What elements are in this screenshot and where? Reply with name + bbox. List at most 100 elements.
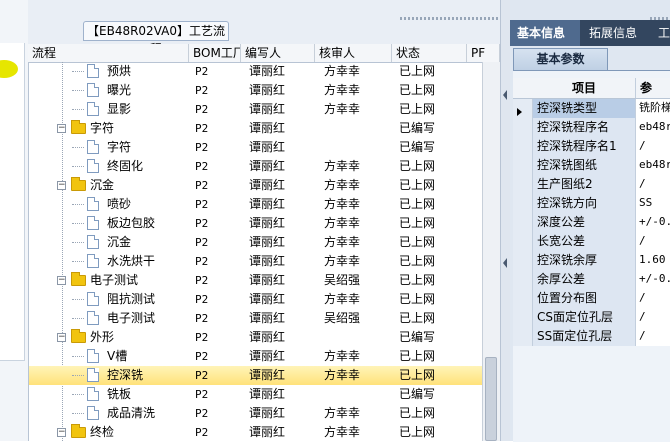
tree-guide-line: [72, 375, 84, 376]
param-value[interactable]: /: [636, 289, 670, 308]
bom-cell: P2: [195, 198, 209, 211]
col-header-reviewer[interactable]: 核审人: [315, 44, 392, 62]
tree-node-label: 板边包胶: [107, 216, 156, 230]
row-indicator[interactable]: [513, 289, 533, 308]
collapse-toggle-icon[interactable]: −: [57, 333, 66, 342]
table-row[interactable]: − 字符 P2 谭丽红 已编写: [29, 119, 484, 138]
tree-node-label: 曝光: [107, 83, 132, 97]
param-value[interactable]: 铣阶梯: [636, 99, 670, 118]
param-value[interactable]: eb48r0: [636, 156, 670, 175]
bom-cell: P2: [195, 255, 209, 268]
col-header-status[interactable]: 状态: [392, 44, 467, 62]
param-value[interactable]: eb48r0: [636, 118, 670, 137]
bom-cell: P2: [195, 388, 209, 401]
table-row[interactable]: 电子测试 P2 谭丽红 吴绍强 已上网: [29, 309, 484, 328]
reviewer-cell: 方幸幸: [324, 102, 361, 116]
bom-cell: P2: [195, 293, 209, 306]
row-indicator[interactable]: [513, 232, 533, 251]
bom-cell: P2: [195, 369, 209, 382]
param-value[interactable]: +/-0.1: [636, 270, 670, 289]
status-cell: 已编写: [399, 121, 436, 135]
writer-cell: 谭丽红: [249, 254, 286, 268]
document-icon: [87, 64, 99, 78]
row-indicator[interactable]: [513, 118, 533, 137]
reviewer-cell: 吴绍强: [324, 311, 361, 325]
col-header-writer[interactable]: 编写人: [241, 44, 315, 62]
param-value[interactable]: /: [636, 175, 670, 194]
table-row[interactable]: 板边包胶 P2 谭丽红 方幸幸 已上网: [29, 214, 484, 233]
row-indicator[interactable]: [513, 156, 533, 175]
row-indicator[interactable]: [513, 194, 533, 213]
tree-guide-line: [72, 166, 84, 167]
writer-cell: 谭丽红: [249, 292, 286, 306]
tree-guide-line: [72, 413, 84, 414]
col-header-pf[interactable]: PF: [467, 44, 500, 62]
collapse-left-arrow-icon[interactable]: [503, 258, 507, 268]
table-row[interactable]: 阻抗测试 P2 谭丽红 方幸幸 已上网: [29, 290, 484, 309]
collapse-left-arrow-icon[interactable]: [503, 90, 507, 100]
writer-cell: 谭丽红: [249, 349, 286, 363]
row-indicator[interactable]: [513, 213, 533, 232]
tab-process-flow[interactable]: 【EB48R02VA0】工艺流程: [83, 21, 229, 56]
param-value[interactable]: /: [636, 137, 670, 156]
table-row[interactable]: 预烘 P2 谭丽红 方幸幸 已上网: [29, 62, 484, 81]
table-row[interactable]: − 电子测试 P2 谭丽红 吴绍强 已上网: [29, 271, 484, 290]
tree-node-label: 阻抗测试: [107, 292, 156, 306]
table-row[interactable]: − 终检 P2 谭丽红 方幸幸 已上网: [29, 423, 484, 442]
param-value[interactable]: +/-0.1: [636, 213, 670, 232]
folder-icon: [71, 120, 86, 134]
collapse-toggle-icon[interactable]: −: [57, 181, 66, 190]
tab-extended-info[interactable]: 拓展信息: [582, 20, 654, 46]
col-header-process[interactable]: 流程: [28, 44, 189, 62]
row-indicator[interactable]: [513, 327, 533, 346]
table-row[interactable]: − 沉金 P2 谭丽红 方幸幸 已上网: [29, 176, 484, 195]
tab-basic-info[interactable]: 基本信息: [510, 20, 580, 46]
document-icon: [87, 235, 99, 249]
reviewer-cell: 方幸幸: [324, 197, 361, 211]
reviewer-cell: [324, 385, 394, 404]
writer-cell: 谭丽红: [249, 330, 286, 344]
status-cell: 已上网: [399, 197, 436, 211]
row-indicator[interactable]: [513, 270, 533, 289]
scrollbar-thumb[interactable]: [485, 357, 497, 441]
bom-cell: P2: [195, 103, 209, 116]
table-row-selected[interactable]: 控深铣 P2 谭丽红 方幸幸 已上网: [29, 366, 484, 385]
param-value[interactable]: /: [636, 308, 670, 327]
bom-cell: P2: [195, 350, 209, 363]
table-row[interactable]: 终固化 P2 谭丽红 方幸幸 已上网: [29, 157, 484, 176]
table-row[interactable]: 铣板 P2 谭丽红 已编写: [29, 385, 484, 404]
collapse-toggle-icon[interactable]: −: [57, 124, 66, 133]
table-row[interactable]: 沉金 P2 谭丽红 方幸幸 已上网: [29, 233, 484, 252]
tab-more[interactable]: 工: [654, 20, 670, 46]
status-cell: 已上网: [399, 311, 436, 325]
tree-guide-line: [72, 147, 84, 148]
writer-cell: 谭丽红: [249, 159, 286, 173]
collapse-toggle-icon[interactable]: −: [57, 428, 66, 437]
table-row[interactable]: − 外形 P2 谭丽红 已编写: [29, 328, 484, 347]
param-value[interactable]: /: [636, 327, 670, 346]
param-value[interactable]: 1.60: [636, 251, 670, 270]
col-header-bom[interactable]: BOM工厂: [189, 44, 241, 62]
document-icon: [87, 387, 99, 401]
panel-splitter[interactable]: [500, 0, 510, 441]
collapse-toggle-icon[interactable]: −: [57, 276, 66, 285]
row-indicator[interactable]: [513, 308, 533, 327]
param-value[interactable]: SS: [636, 194, 670, 213]
table-row[interactable]: 字符 P2 谭丽红 已编写: [29, 138, 484, 157]
param-value[interactable]: /: [636, 232, 670, 251]
row-indicator[interactable]: [513, 99, 533, 118]
table-row[interactable]: 水洗烘干 P2 谭丽红 方幸幸 已上网: [29, 252, 484, 271]
table-row[interactable]: V槽 P2 谭丽红 方幸幸 已上网: [29, 347, 484, 366]
table-row[interactable]: 曝光 P2 谭丽红 方幸幸 已上网: [29, 81, 484, 100]
table-row[interactable]: 成品清洗 P2 谭丽红 方幸幸 已上网: [29, 404, 484, 423]
table-row[interactable]: 喷砂 P2 谭丽红 方幸幸 已上网: [29, 195, 484, 214]
tree-node-label: V槽: [107, 349, 128, 363]
row-indicator[interactable]: [513, 137, 533, 156]
row-indicator[interactable]: [513, 251, 533, 270]
table-row[interactable]: 显影 P2 谭丽红 方幸幸 已上网: [29, 100, 484, 119]
panel-grip[interactable]: [400, 17, 500, 20]
document-icon: [87, 216, 99, 230]
tree-node-label: 沉金: [107, 235, 132, 249]
row-indicator[interactable]: [513, 175, 533, 194]
tab-basic-params[interactable]: 基本参数: [513, 48, 608, 70]
